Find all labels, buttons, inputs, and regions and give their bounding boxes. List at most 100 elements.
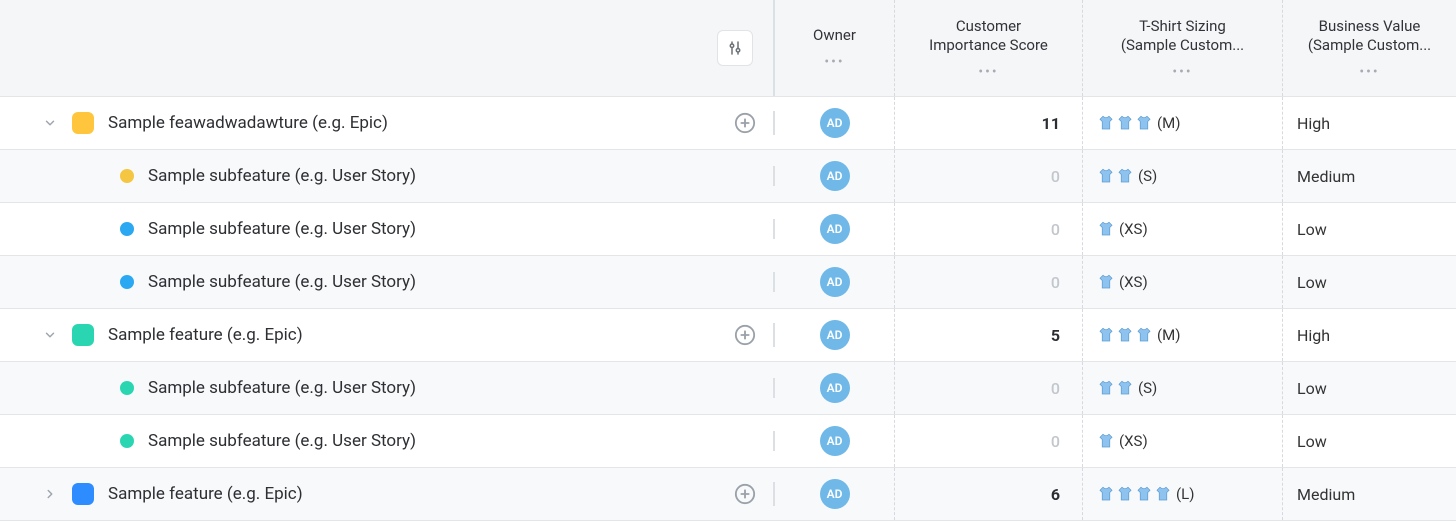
color-dot[interactable] <box>120 222 134 236</box>
avatar[interactable]: AD <box>820 373 850 403</box>
row-label[interactable]: Sample feature (e.g. Epic) <box>108 325 733 345</box>
row-label[interactable]: Sample feature (e.g. Epic) <box>108 484 733 504</box>
tshirt-cell[interactable]: (S) <box>1083 362 1283 414</box>
biz-cell[interactable]: Low <box>1283 256 1456 308</box>
avatar[interactable]: AD <box>820 479 850 509</box>
score-cell[interactable]: 0 <box>895 362 1083 414</box>
row-title-cell[interactable]: Sample feature (e.g. Epic) <box>0 323 775 347</box>
owner-cell[interactable]: AD <box>775 256 895 308</box>
tshirt-cell[interactable]: (XS) <box>1083 256 1283 308</box>
score-value: 6 <box>1051 485 1060 504</box>
tshirt-size-label: (L) <box>1176 485 1194 503</box>
avatar[interactable]: AD <box>820 320 850 350</box>
row-title-cell[interactable]: Sample feature (e.g. Epic) <box>0 482 775 506</box>
header-tshirt-line2: (Sample Custom... <box>1121 36 1244 54</box>
tshirt-cell[interactable]: (L) <box>1083 468 1283 520</box>
header-owner-col[interactable]: Owner ••• <box>775 0 895 96</box>
color-dot[interactable] <box>120 434 134 448</box>
score-cell[interactable]: 11 <box>895 97 1083 149</box>
color-dot[interactable] <box>120 169 134 183</box>
subfeature-row[interactable]: Sample subfeature (e.g. User Story) AD 0 (… <box>0 362 1456 415</box>
color-swatch[interactable] <box>72 324 94 346</box>
row-title-inner: Sample feawadwadawture (e.g. Epic) <box>0 111 773 135</box>
chevron-down-icon[interactable] <box>40 113 60 133</box>
avatar[interactable]: AD <box>820 267 850 297</box>
avatar[interactable]: AD <box>820 108 850 138</box>
biz-cell[interactable]: Low <box>1283 362 1456 414</box>
owner-cell[interactable]: AD <box>775 362 895 414</box>
owner-cell[interactable]: AD <box>775 309 895 361</box>
header-score-col[interactable]: Customer Importance Score ••• <box>895 0 1083 96</box>
column-menu-icon[interactable]: ••• <box>1359 64 1379 80</box>
header-score-line1: Customer <box>956 17 1021 35</box>
header-biz-line2: (Sample Custom... <box>1308 36 1431 54</box>
subfeature-row[interactable]: Sample subfeature (e.g. User Story) AD 0 (… <box>0 256 1456 309</box>
tshirt-icons <box>1097 167 1134 185</box>
score-value: 5 <box>1051 326 1060 345</box>
score-cell[interactable]: 5 <box>895 309 1083 361</box>
add-child-button[interactable] <box>733 323 757 347</box>
row-label[interactable]: Sample subfeature (e.g. User Story) <box>148 219 757 239</box>
score-cell[interactable]: 0 <box>895 203 1083 255</box>
biz-cell[interactable]: Medium <box>1283 468 1456 520</box>
tshirt-cell[interactable]: (XS) <box>1083 203 1283 255</box>
subfeature-row[interactable]: Sample subfeature (e.g. User Story) AD 0 (… <box>0 415 1456 468</box>
tshirt-icons <box>1097 485 1172 503</box>
row-title-cell[interactable]: Sample subfeature (e.g. User Story) <box>0 431 775 451</box>
add-child-button[interactable] <box>733 482 757 506</box>
biz-cell[interactable]: Low <box>1283 415 1456 467</box>
score-cell[interactable]: 0 <box>895 150 1083 202</box>
tshirt-icon <box>1116 379 1134 397</box>
add-child-button[interactable] <box>733 111 757 135</box>
row-title-cell[interactable]: Sample subfeature (e.g. User Story) <box>0 272 775 292</box>
color-dot[interactable] <box>120 381 134 395</box>
owner-cell[interactable]: AD <box>775 468 895 520</box>
row-title-cell[interactable]: Sample subfeature (e.g. User Story) <box>0 378 775 398</box>
score-cell[interactable]: 0 <box>895 415 1083 467</box>
row-title-cell[interactable]: Sample subfeature (e.g. User Story) <box>0 219 775 239</box>
avatar[interactable]: AD <box>820 161 850 191</box>
subfeature-row[interactable]: Sample subfeature (e.g. User Story) AD 0 (… <box>0 203 1456 256</box>
avatar[interactable]: AD <box>820 426 850 456</box>
score-cell[interactable]: 0 <box>895 256 1083 308</box>
chevron-down-icon[interactable] <box>40 325 60 345</box>
row-title-inner: Sample subfeature (e.g. User Story) <box>0 166 773 186</box>
row-title-cell[interactable]: Sample feawadwadawture (e.g. Epic) <box>0 111 775 135</box>
tshirt-cell[interactable]: (S) <box>1083 150 1283 202</box>
avatar[interactable]: AD <box>820 214 850 244</box>
column-menu-icon[interactable]: ••• <box>1172 64 1192 80</box>
row-label[interactable]: Sample feawadwadawture (e.g. Epic) <box>108 113 733 133</box>
header-biz-col[interactable]: Business Value (Sample Custom... ••• <box>1283 0 1456 96</box>
row-label[interactable]: Sample subfeature (e.g. User Story) <box>148 272 757 292</box>
epic-row[interactable]: Sample feature (e.g. Epic) AD 6 (L) Medium <box>0 468 1456 521</box>
tshirt-cell[interactable]: (XS) <box>1083 415 1283 467</box>
row-label[interactable]: Sample subfeature (e.g. User Story) <box>148 378 757 398</box>
owner-cell[interactable]: AD <box>775 415 895 467</box>
biz-cell[interactable]: Medium <box>1283 150 1456 202</box>
column-menu-icon[interactable]: ••• <box>978 64 998 80</box>
column-settings-button[interactable] <box>717 30 753 66</box>
biz-cell[interactable]: High <box>1283 97 1456 149</box>
row-label[interactable]: Sample subfeature (e.g. User Story) <box>148 431 757 451</box>
tshirt-cell[interactable]: (M) <box>1083 309 1283 361</box>
owner-cell[interactable]: AD <box>775 97 895 149</box>
biz-cell[interactable]: Low <box>1283 203 1456 255</box>
subfeature-row[interactable]: Sample subfeature (e.g. User Story) AD 0 (… <box>0 150 1456 203</box>
biz-cell[interactable]: High <box>1283 309 1456 361</box>
owner-cell[interactable]: AD <box>775 150 895 202</box>
tshirt-cell[interactable]: (M) <box>1083 97 1283 149</box>
tshirt-icon <box>1097 485 1115 503</box>
color-swatch[interactable] <box>72 483 94 505</box>
row-label[interactable]: Sample subfeature (e.g. User Story) <box>148 166 757 186</box>
color-swatch[interactable] <box>72 112 94 134</box>
chevron-right-icon[interactable] <box>40 484 60 504</box>
epic-row[interactable]: Sample feature (e.g. Epic) AD 5 (M)High <box>0 309 1456 362</box>
owner-cell[interactable]: AD <box>775 203 895 255</box>
color-dot[interactable] <box>120 275 134 289</box>
biz-value: Low <box>1297 432 1327 451</box>
epic-row[interactable]: Sample feawadwadawture (e.g. Epic) AD 11 (… <box>0 97 1456 150</box>
header-tshirt-col[interactable]: T-Shirt Sizing (Sample Custom... ••• <box>1083 0 1283 96</box>
score-cell[interactable]: 6 <box>895 468 1083 520</box>
row-title-cell[interactable]: Sample subfeature (e.g. User Story) <box>0 166 775 186</box>
column-menu-icon[interactable]: ••• <box>824 54 844 70</box>
